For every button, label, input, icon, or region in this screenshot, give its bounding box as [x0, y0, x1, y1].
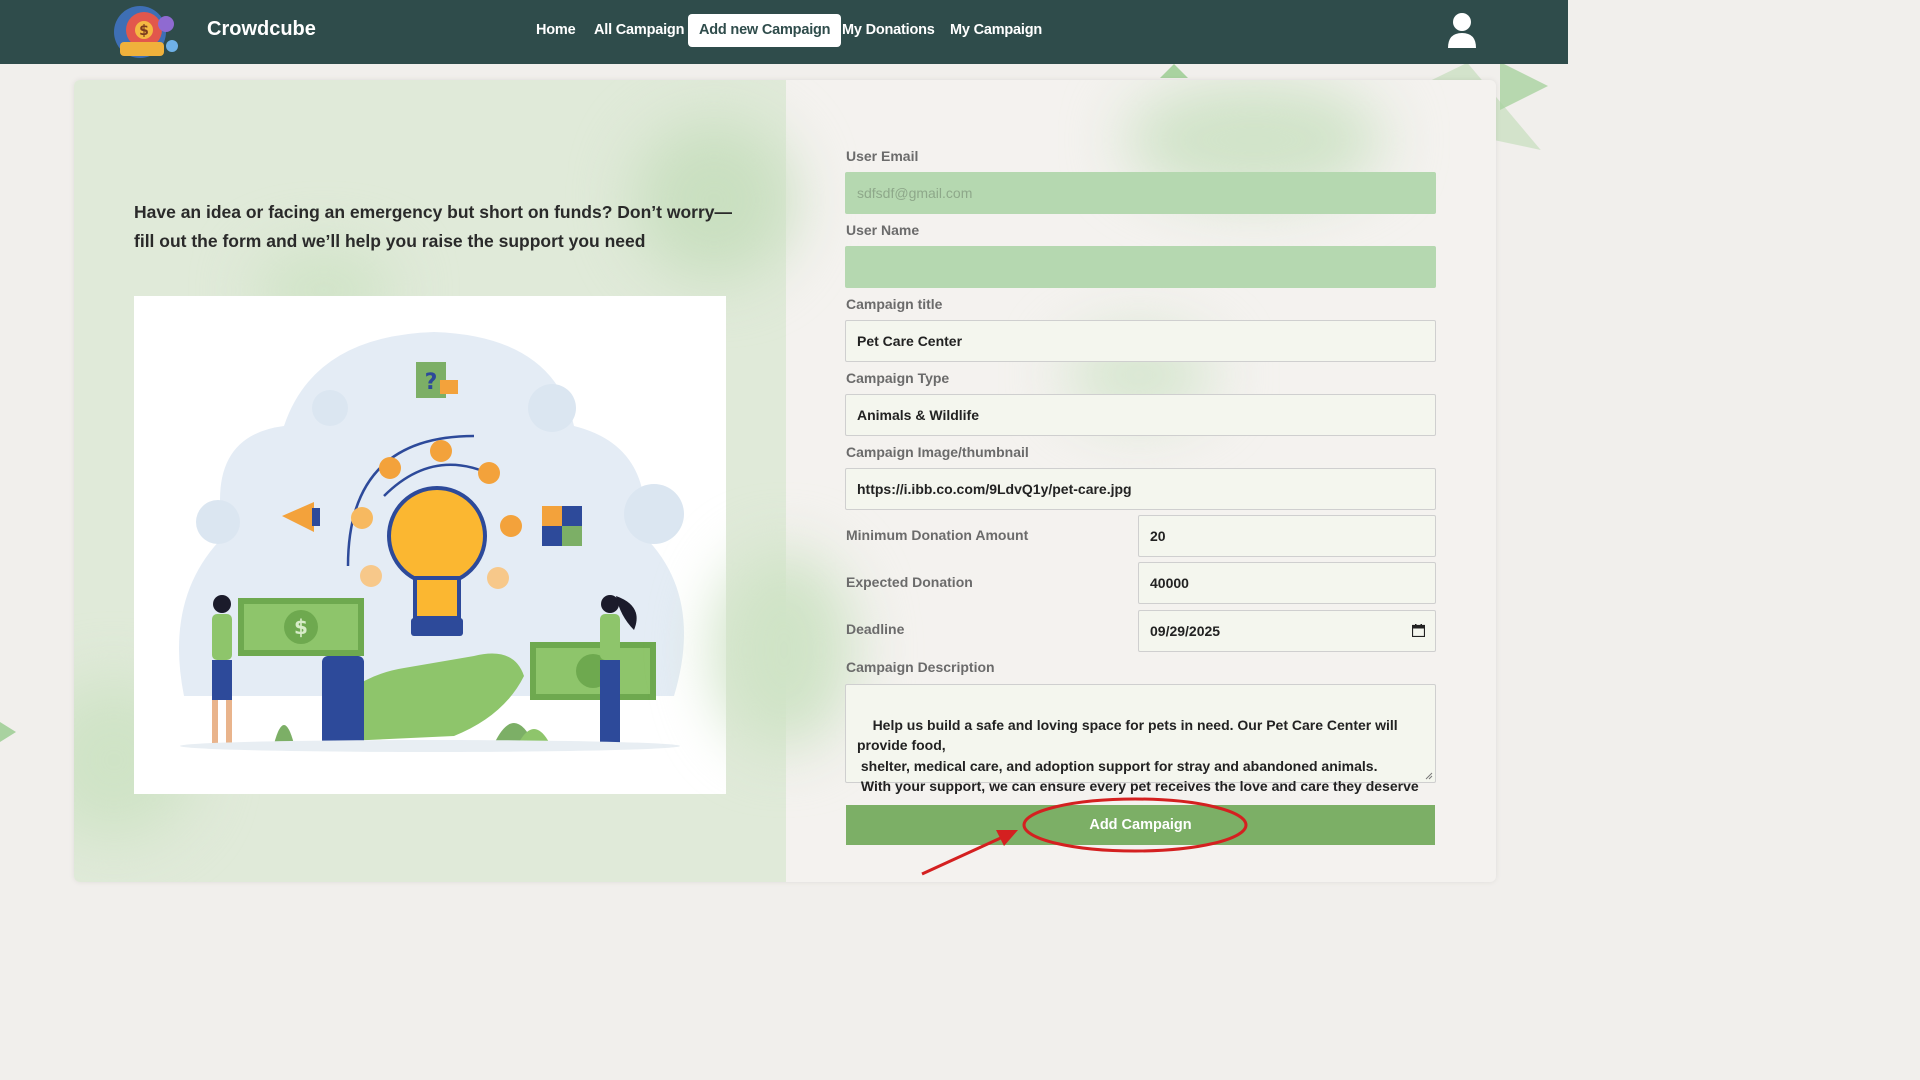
svg-text:?: ? [425, 370, 438, 395]
deadline-value: 09/29/2025 [1150, 623, 1221, 639]
campaign-image-input[interactable]: https://i.ibb.co.com/9LdvQ1y/pet-care.jp… [845, 468, 1436, 510]
campaign-title-input[interactable]: Pet Care Center [845, 320, 1436, 362]
user-name-label: User Name [846, 222, 920, 238]
campaign-type-input[interactable]: Animals & Wildlife [845, 394, 1436, 436]
deadline-label: Deadline [846, 621, 905, 637]
expected-donation-input[interactable]: 40000 [1138, 562, 1436, 604]
decor-triangle [0, 722, 16, 742]
crowdfunding-illustration: ? $ [134, 296, 726, 794]
campaign-description-label: Campaign Description [846, 659, 995, 675]
expected-donation-label: Expected Donation [846, 574, 973, 590]
min-donation-label: Minimum Donation Amount [846, 527, 1029, 543]
deadline-date-input[interactable]: 09/29/2025 [1138, 610, 1436, 652]
decor-triangle [1160, 64, 1188, 78]
decor-triangle [1500, 62, 1548, 110]
add-campaign-button[interactable]: Add Campaign [846, 805, 1435, 845]
navbar: $ Crowdcube Home All Campaign Add new Ca… [0, 0, 1568, 64]
min-donation-input[interactable]: 20 [1138, 515, 1436, 557]
campaign-type-label: Campaign Type [846, 370, 950, 386]
campaign-description-text: Help us build a safe and loving space fo… [857, 716, 1419, 795]
user-email-field[interactable]: sdfsdf@gmail.com [845, 172, 1436, 214]
nav-my-donations[interactable]: My Donations [842, 14, 935, 47]
nav-home[interactable]: Home [536, 14, 576, 47]
intro-text: Have an idea or facing an emergency but … [134, 202, 733, 251]
nav-all-campaign[interactable]: All Campaign [594, 14, 684, 47]
crowdcube-logo-icon[interactable]: $ [110, 2, 180, 60]
nav-add-new-campaign[interactable]: Add new Campaign [688, 14, 842, 47]
campaign-card: Have an idea or facing an emergency but … [74, 80, 1496, 882]
calendar-icon[interactable] [1412, 624, 1425, 637]
svg-text:$: $ [139, 23, 149, 39]
brand-name[interactable]: Crowdcube [207, 18, 316, 41]
user-email-label: User Email [846, 148, 919, 164]
user-name-field[interactable] [845, 246, 1436, 288]
svg-text:$: $ [294, 615, 308, 639]
intro-panel: Have an idea or facing an emergency but … [74, 80, 794, 882]
nav-my-campaign[interactable]: My Campaign [950, 14, 1042, 47]
decor-blob [714, 550, 854, 750]
user-icon[interactable] [1446, 12, 1478, 50]
campaign-image-label: Campaign Image/thumbnail [846, 444, 1029, 460]
crowdfunding-illustration-svg: ? $ [179, 332, 684, 752]
resize-handle-icon[interactable] [1425, 772, 1433, 780]
campaign-description-textarea[interactable]: Help us build a safe and loving space fo… [845, 684, 1436, 794]
campaign-title-label: Campaign title [846, 296, 943, 312]
